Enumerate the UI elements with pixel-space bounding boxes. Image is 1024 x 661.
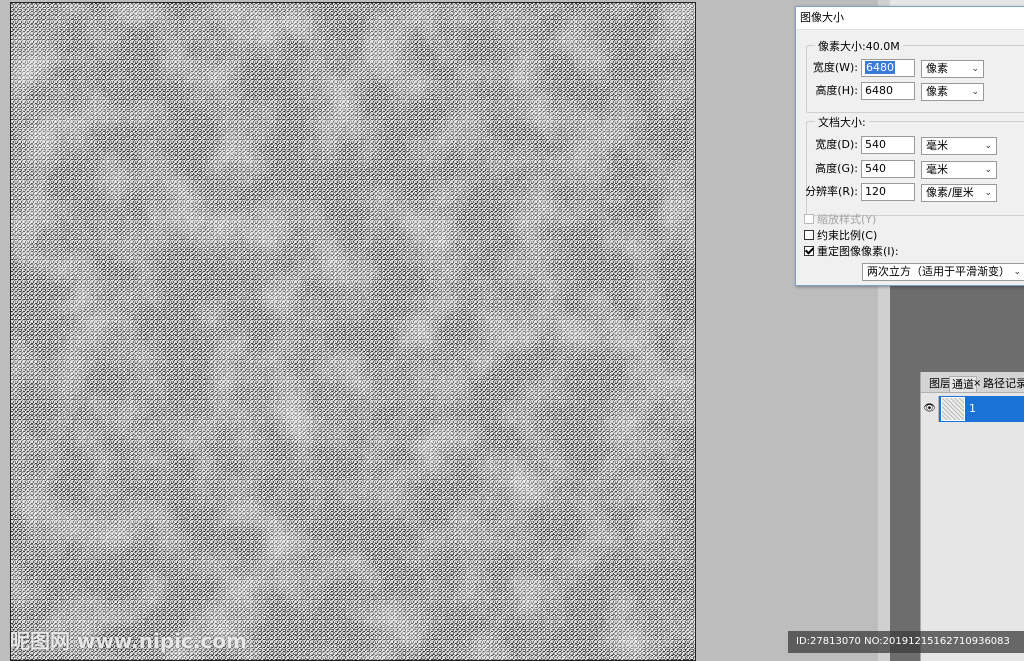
doc-width-input[interactable]: 540 <box>861 136 915 154</box>
layer-row[interactable]: 👁 1 <box>921 396 1024 422</box>
resolution-unit-select[interactable]: 像素/厘米 ⌄ <box>921 184 997 202</box>
scale-styles-option[interactable]: 缩放样式(Y) <box>804 213 876 227</box>
resample-checkbox[interactable] <box>804 246 814 256</box>
layers-panel: 图层 通道 × 路径 记录 👁 1 <box>920 372 1024 661</box>
constrain-proportions-checkbox[interactable] <box>804 230 814 240</box>
pixel-width-label: 宽度(W): <box>812 61 858 74</box>
resolution-input[interactable]: 120 <box>861 183 915 201</box>
pixel-width-unit-select[interactable]: 像素 ⌄ <box>921 60 984 78</box>
image-size-dialog: 图像大小 像素大小:40.0M 宽度(W): 6480 像素 ⌄ 高度(H): 6… <box>795 6 1024 286</box>
chevron-down-icon: ⌄ <box>971 64 979 74</box>
layer-thumbnail <box>941 397 965 421</box>
resample-option[interactable]: 重定图像像素(I): <box>804 245 899 259</box>
nipic-watermark: 昵图网 www.nipic.com <box>10 629 247 653</box>
pixel-height-input[interactable]: 6480 <box>861 82 915 100</box>
panel-tabs: 图层 通道 × 路径 记录 <box>921 372 1024 393</box>
chevron-down-icon: ⌄ <box>984 165 992 175</box>
resolution-label: 分辨率(R): <box>805 185 858 198</box>
pixel-dimensions-group: 像素大小:40.0M <box>806 38 1024 113</box>
chevron-down-icon: ⌄ <box>984 141 992 151</box>
doc-height-label: 高度(G): <box>815 162 858 175</box>
chevron-down-icon: ⌄ <box>971 87 979 97</box>
pixel-width-input[interactable]: 6480 <box>861 59 915 77</box>
document-canvas[interactable] <box>10 2 696 661</box>
doc-height-unit-select[interactable]: 毫米 ⌄ <box>921 161 997 179</box>
pixel-dimensions-legend: 像素大小:40.0M <box>815 38 903 54</box>
fabric-texture <box>11 3 695 660</box>
pixel-height-unit-select[interactable]: 像素 ⌄ <box>921 83 984 101</box>
document-size-legend: 文档大小: <box>815 114 869 130</box>
doc-width-label: 宽度(D): <box>815 138 858 151</box>
image-id-bar: ID:27813070 NO:20191215162710936083 <box>788 631 1024 653</box>
chevron-down-icon: ⌄ <box>1013 267 1021 277</box>
layer-name: 1 <box>969 402 976 415</box>
pixel-height-label: 高度(H): <box>815 84 858 97</box>
doc-width-unit-select[interactable]: 毫米 ⌄ <box>921 137 997 155</box>
constrain-proportions-option[interactable]: 约束比例(C) <box>804 229 877 243</box>
dialog-title[interactable]: 图像大小 <box>796 7 1024 30</box>
resample-method-select[interactable]: 两次立方（适用于平滑渐变） ⌄ <box>862 263 1024 281</box>
scale-styles-checkbox[interactable] <box>804 214 814 224</box>
tab-history[interactable]: 记录 <box>1003 376 1024 392</box>
chevron-down-icon: ⌄ <box>984 188 992 198</box>
eye-icon[interactable]: 👁 <box>921 396 939 422</box>
doc-height-input[interactable]: 540 <box>861 160 915 178</box>
